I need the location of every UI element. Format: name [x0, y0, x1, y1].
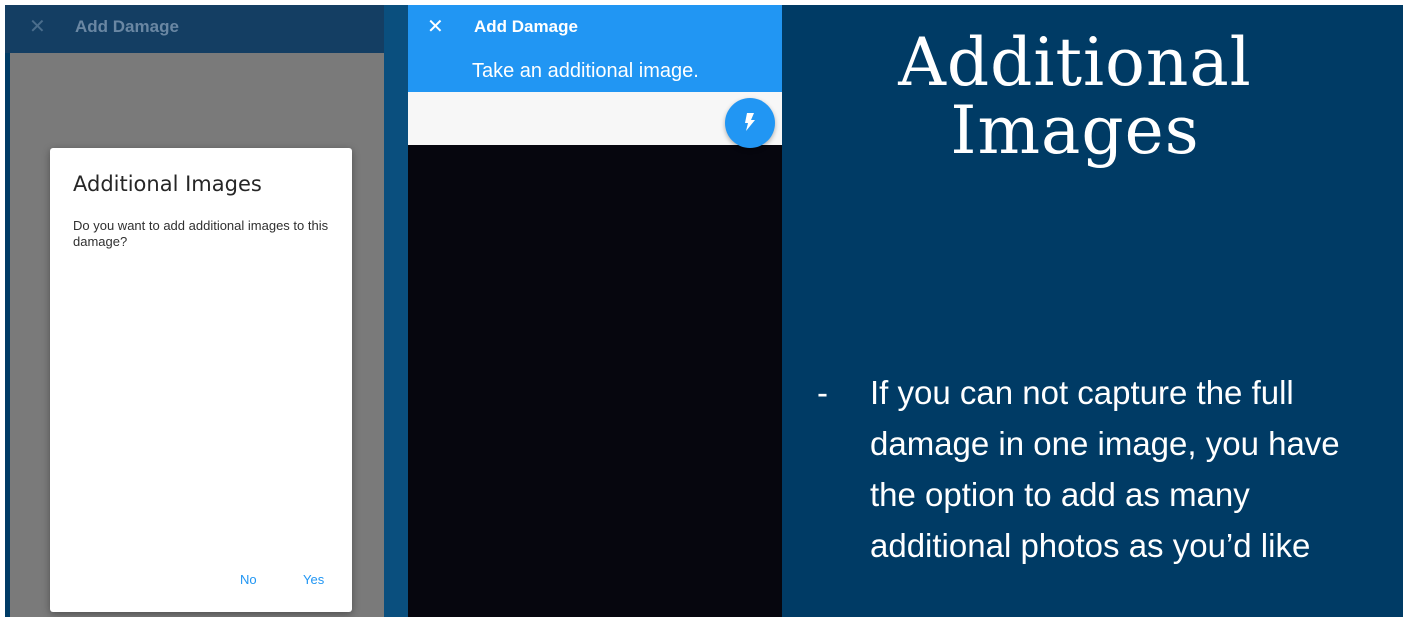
dialog-message: Do you want to add additional images to …: [73, 218, 329, 249]
app-bar: ✕ Add Damage Take an additional image.: [408, 5, 782, 92]
additional-images-dialog: Additional Images Do you want to add add…: [50, 148, 352, 612]
phone-screen-dialog: ✕ Add Damage Additional Images Do you wa…: [5, 5, 389, 617]
slide-title: Additional Images: [898, 24, 1252, 169]
app-bar-title: Add Damage: [75, 17, 179, 36]
app-bar: ✕ Add Damage: [5, 5, 389, 53]
close-icon[interactable]: ✕: [427, 14, 444, 38]
app-bar-subtitle: Take an additional image.: [472, 60, 699, 82]
no-button[interactable]: No: [240, 572, 257, 587]
yes-button[interactable]: Yes: [303, 572, 324, 587]
flash-icon: [745, 113, 755, 131]
dialog-title: Additional Images: [73, 172, 262, 196]
close-icon[interactable]: ✕: [29, 14, 53, 38]
bullet-text: If you can not capture the full damage i…: [870, 374, 1340, 564]
app-bar-title: Add Damage: [474, 17, 578, 36]
presentation-slide: ✕ Add Damage Additional Images Do you wa…: [5, 5, 1403, 617]
phone-screen-camera: ✕ Add Damage Take an additional image.: [408, 5, 782, 617]
flash-button[interactable]: [725, 98, 775, 148]
bullet-marker: -: [817, 374, 828, 411]
phone-divider: [384, 5, 408, 617]
